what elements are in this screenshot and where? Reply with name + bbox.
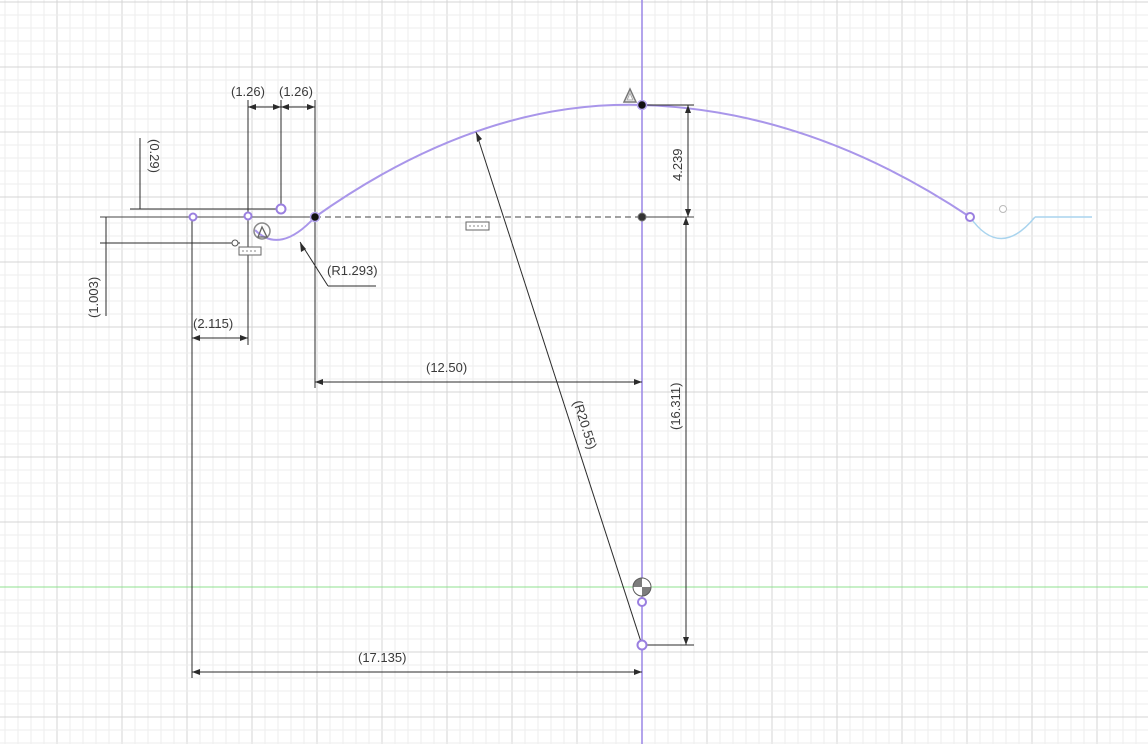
sketch-point[interactable] [243, 211, 253, 221]
reference-point[interactable] [999, 205, 1007, 213]
horizontal-constraint-icon[interactable] [238, 246, 262, 256]
sketch-point[interactable] [231, 239, 239, 247]
dimension-label-1003[interactable]: (1.003) [86, 277, 101, 318]
sketch-canvas[interactable]: (1.26) (1.26) (0.29) (1.003) (2.115) (R1… [0, 0, 1148, 744]
sketch-grid [0, 0, 1148, 744]
origin-icon[interactable] [632, 577, 652, 597]
dimension-label-r2055[interactable]: (R20.55) [570, 398, 600, 451]
dimension-label-2115[interactable]: (2.115) [193, 316, 233, 331]
horizontal-constraint-icon[interactable] [465, 221, 490, 231]
dimension-label-16311[interactable]: (16.311) [668, 383, 683, 430]
sketch-point[interactable] [965, 212, 975, 222]
dimension-label-4239[interactable]: 4.239 [670, 148, 685, 181]
dimension-label-029[interactable]: (0.29) [147, 139, 162, 173]
dimension-label-17135[interactable]: (17.135) [358, 650, 406, 665]
dimension-lines [100, 100, 694, 678]
tangent-constraint-icon[interactable] [622, 87, 638, 103]
dimension-label-126-right[interactable]: (1.26) [279, 84, 313, 99]
sketch-point[interactable] [188, 212, 198, 222]
dimension-label-r1293[interactable]: (R1.293) [327, 263, 378, 278]
dimension-label-126-left[interactable]: (1.26) [231, 84, 265, 99]
sketch-point[interactable] [637, 597, 647, 607]
sketch-point[interactable] [636, 99, 648, 111]
sketch-point[interactable] [636, 639, 648, 651]
sketch-point[interactable] [637, 212, 647, 222]
dimension-label-1250[interactable]: (12.50) [426, 360, 467, 375]
sketch-point[interactable] [309, 211, 321, 223]
sketch-point[interactable] [275, 203, 287, 215]
